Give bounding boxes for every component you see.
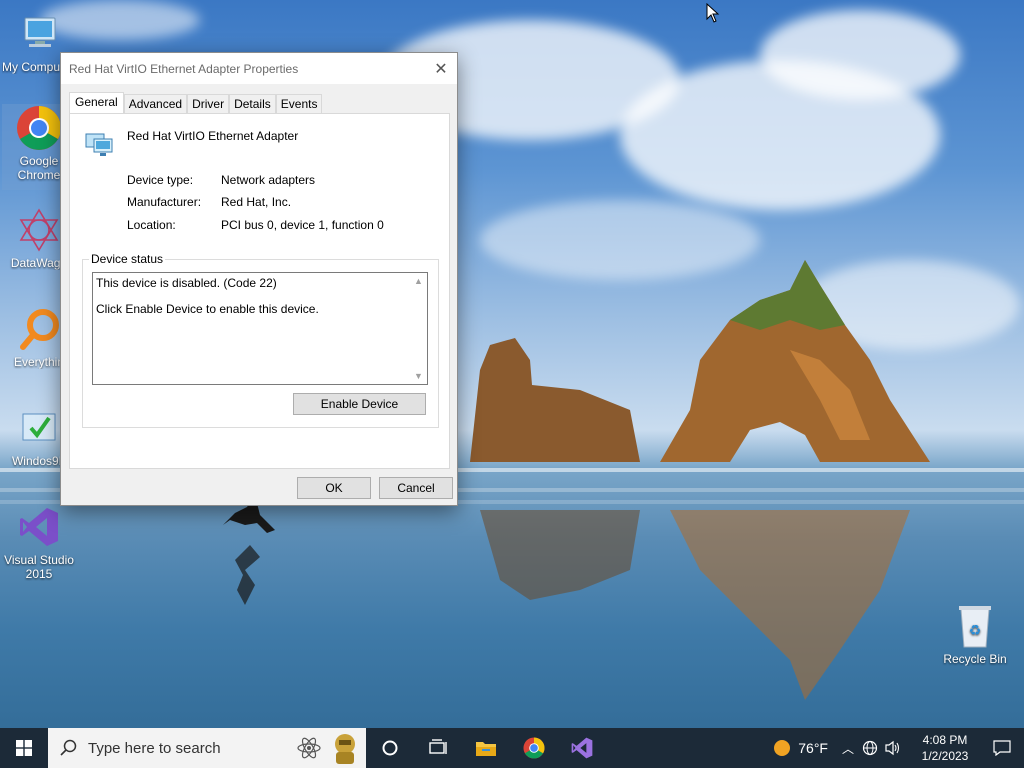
status-scrollbar[interactable]: ▲ ▼ [410, 273, 427, 384]
desktop-icon-recycle-bin[interactable]: ♻ Recycle Bin [938, 602, 1012, 666]
property-label: Manufacturer: [127, 195, 202, 209]
desktop-icon-label: Visual Studio 2015 [4, 553, 74, 581]
visual-studio-taskbar-button[interactable] [558, 728, 606, 768]
desktop-icon-visual-studio[interactable]: Visual Studio 2015 [2, 503, 76, 581]
cancel-button[interactable]: Cancel [379, 477, 453, 499]
file-explorer-button[interactable] [462, 728, 510, 768]
close-button[interactable]: ✕ [425, 53, 457, 84]
system-tray: 76°F ︿ 4:08 PM 1/2/2023 [774, 728, 1024, 768]
scroll-down-icon[interactable]: ▼ [410, 368, 427, 384]
taskbar-clock[interactable]: 4:08 PM 1/2/2023 [910, 732, 980, 764]
desktop-icon-label: Google Chrome [17, 154, 61, 182]
network-adapter-icon [85, 133, 113, 156]
device-status-group: Device status This device is disabled. (… [82, 252, 439, 428]
chrome-icon [523, 737, 545, 759]
property-value: Network adapters [221, 173, 316, 187]
ok-button[interactable]: OK [297, 477, 371, 499]
tab-advanced[interactable]: Advanced [123, 94, 188, 113]
desktop-icon-label: Recycle Bin [943, 652, 1007, 666]
windows-logo-icon [16, 740, 32, 756]
dialog-titlebar[interactable]: Red Hat VirtIO Ethernet Adapter Properti… [61, 53, 457, 84]
action-center-button[interactable] [980, 728, 1024, 768]
tab-details[interactable]: Details [229, 94, 276, 113]
atom-icon [297, 737, 321, 759]
status-line: This device is disabled. (Code 22) [96, 276, 277, 290]
clock-date: 1/2/2023 [921, 749, 969, 763]
device-name: Red Hat VirtIO Ethernet Adapter [127, 129, 299, 143]
dialog-title: Red Hat VirtIO Ethernet Adapter Properti… [69, 61, 299, 76]
folder-icon [476, 742, 496, 756]
cortana-icon [382, 740, 398, 756]
device-status-label: Device status [89, 252, 166, 266]
computer-icon [15, 10, 63, 58]
show-hidden-icons-chevron-icon[interactable]: ︿ [842, 740, 854, 757]
status-line: Click Enable Device to enable this devic… [96, 302, 319, 316]
task-view-icon [429, 739, 447, 754]
tab-driver[interactable]: Driver [187, 94, 230, 113]
property-value: Red Hat, Inc. [221, 195, 292, 209]
search-placeholder: Type here to search [88, 739, 221, 757]
datawago-icon [15, 206, 63, 254]
general-tab-page: Red Hat VirtIO Ethernet Adapter Device t… [69, 113, 450, 469]
task-view-button[interactable] [414, 728, 462, 768]
device-status-textbox[interactable]: This device is disabled. (Code 22) Click… [92, 272, 428, 385]
properties-dialog: Red Hat VirtIO Ethernet Adapter Properti… [60, 52, 458, 506]
task-view-cortana-button[interactable] [366, 728, 414, 768]
property-label: Location: [127, 218, 176, 232]
visual-studio-icon [571, 737, 593, 759]
scroll-up-icon[interactable]: ▲ [410, 273, 427, 289]
chrome-icon [15, 104, 63, 152]
property-value: PCI bus 0, device 1, function 0 [221, 218, 384, 232]
start-button[interactable] [0, 728, 48, 768]
enable-device-button[interactable]: Enable Device [293, 393, 426, 415]
volume-icon[interactable] [884, 740, 902, 756]
network-globe-icon[interactable] [862, 740, 878, 756]
recycle-bin-icon: ♻ [951, 602, 999, 650]
visual-studio-icon [15, 503, 63, 551]
search-highlight-icon [335, 734, 355, 764]
taskbar: Type here to search 76°F ︿ 4:08 PM 1/2/2… [0, 728, 1024, 768]
tab-general[interactable]: General [69, 92, 124, 113]
property-label: Device type: [127, 173, 194, 187]
weather-temperature: 76°F [798, 740, 828, 756]
mouse-cursor-icon [706, 3, 720, 23]
svg-text:♻: ♻ [969, 623, 982, 639]
clock-time: 4:08 PM [922, 733, 968, 747]
sun-icon [774, 740, 791, 756]
tab-strip: General Advanced Driver Details Events [69, 92, 323, 113]
magnifier-icon [15, 305, 63, 353]
installer-icon [15, 404, 63, 452]
close-icon: ✕ [434, 60, 448, 78]
tab-events[interactable]: Events [275, 94, 323, 113]
taskbar-search-box[interactable]: Type here to search [48, 728, 366, 768]
weather-widget[interactable]: 76°F [774, 740, 828, 756]
search-icon [60, 739, 77, 756]
chrome-taskbar-button[interactable] [510, 728, 558, 768]
notification-icon [993, 740, 1011, 756]
